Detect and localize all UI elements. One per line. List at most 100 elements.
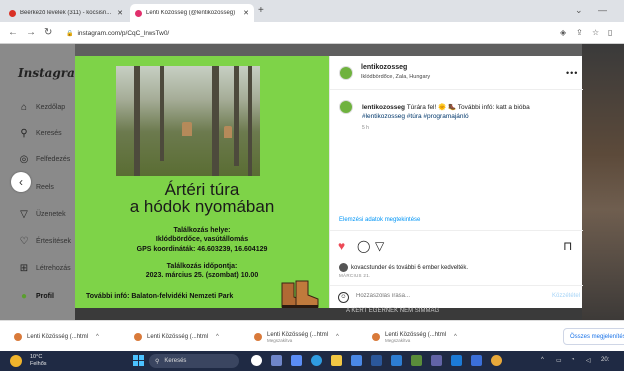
app-icon[interactable] bbox=[411, 355, 422, 366]
outlook-icon[interactable] bbox=[391, 355, 402, 366]
windows-start-icon[interactable] bbox=[133, 355, 144, 366]
sidebar-item-messages[interactable]: ▽ Üzenetek bbox=[18, 208, 65, 220]
chat-icon[interactable] bbox=[291, 355, 302, 366]
reload-icon[interactable]: ↻ bbox=[44, 27, 52, 38]
download-bar: Lenti Közösség (...html ^ Lenti Közösség… bbox=[0, 320, 624, 351]
comment-row: ☺ Közzététel bbox=[330, 285, 583, 307]
tab-close-icon[interactable]: ✕ bbox=[243, 9, 249, 17]
new-tab-button[interactable]: + bbox=[258, 5, 264, 16]
download-item[interactable]: Lenti Közösség (...html ^ bbox=[134, 330, 219, 344]
chevron-up-icon[interactable]: ^ bbox=[96, 334, 99, 340]
comment-icon[interactable]: ◯ bbox=[357, 239, 370, 253]
share-icon[interactable]: ⇪ bbox=[576, 28, 583, 37]
tab-search-icon[interactable]: ⌄ bbox=[575, 5, 583, 16]
download-name: Lenti Közösség (...html bbox=[385, 331, 447, 338]
sidebar-item-explore[interactable]: ◎ Felfedezés bbox=[18, 153, 71, 165]
sidebar-item-search[interactable]: ⚲ Keresés bbox=[18, 127, 61, 139]
sidebar-item-label: Értesítések bbox=[36, 237, 72, 245]
tab-title: Lenti Közösség (@lentikozosseg) bbox=[146, 10, 236, 16]
tab-gmail[interactable]: Beérkező levelek (311) - kocsisn... ✕ bbox=[4, 4, 128, 22]
task-view-icon[interactable] bbox=[251, 355, 262, 366]
instagram-icon bbox=[135, 9, 142, 17]
emoji-icon[interactable]: ☺ bbox=[338, 292, 349, 303]
gps-coordinates: GPS koordináták: 46.603239, 16.604129 bbox=[136, 245, 268, 253]
view-insights-link[interactable]: Elemzési adatok megtekintése bbox=[339, 217, 420, 223]
plus-square-icon: ⊞ bbox=[19, 262, 29, 274]
caption-text: Túrára fel! 🌞 🥾 További infó: katt a bió… bbox=[406, 104, 530, 111]
likes-text: kovacstunder és további 6 ember kedvelté… bbox=[351, 264, 469, 271]
app-icon[interactable] bbox=[451, 355, 462, 366]
app-icon[interactable] bbox=[471, 355, 482, 366]
compass-icon: ◎ bbox=[19, 153, 29, 165]
send-icon: ▽ bbox=[20, 208, 28, 220]
share-send-icon[interactable]: ▽ bbox=[375, 239, 384, 253]
forward-arrow-icon[interactable]: → bbox=[26, 27, 36, 38]
avatar[interactable] bbox=[339, 100, 353, 114]
chevron-up-icon[interactable]: ^ bbox=[454, 334, 457, 340]
caption-author[interactable]: lentikozosseg bbox=[362, 104, 405, 111]
like-heart-icon[interactable]: ♥ bbox=[338, 239, 345, 253]
post-comment-button[interactable]: Közzététel bbox=[552, 293, 580, 299]
forest-photo bbox=[116, 66, 260, 176]
chevron-up-icon[interactable]: ^ bbox=[336, 334, 339, 340]
sidebar-item-label: Felfedezés bbox=[36, 155, 71, 163]
chrome-icon[interactable] bbox=[491, 355, 502, 366]
download-item[interactable]: Lenti Közösség (...html Megszakítva ^ bbox=[372, 330, 457, 344]
post-author[interactable]: lentikozosseg bbox=[361, 64, 407, 71]
meet-place: Iklódbördőce, vasútállomás bbox=[155, 236, 249, 244]
previous-post-button[interactable]: ‹ bbox=[11, 172, 31, 192]
post-location[interactable]: Iklódbördőce, Zala, Hungary bbox=[361, 74, 430, 80]
store-icon[interactable] bbox=[351, 355, 362, 366]
search-icon: ⚲ bbox=[20, 127, 28, 139]
download-item[interactable]: Lenti Közösség (...html Megszakítva ^ bbox=[254, 330, 339, 344]
tab-instagram[interactable]: Lenti Közösség (@lentikozosseg) ✕ bbox=[130, 4, 254, 22]
volume-icon[interactable]: ◁ bbox=[586, 357, 591, 364]
page-background-right bbox=[582, 44, 624, 320]
tray-chevron-up-icon[interactable]: ^ bbox=[541, 357, 544, 363]
file-explorer-icon[interactable] bbox=[331, 355, 342, 366]
hiking-boots-icon bbox=[281, 280, 319, 308]
post-actions: ♥ ◯ ▽ ⊓ kovacstunder és további 6 ember … bbox=[330, 230, 583, 308]
avatar[interactable] bbox=[339, 66, 353, 80]
sidebar-item-home[interactable]: ⌂ Kezdőlap bbox=[18, 101, 65, 113]
caption-hashtags[interactable]: #lentikozosseg #túra #programajánló bbox=[362, 113, 469, 120]
page-background-bottom bbox=[75, 308, 582, 320]
show-all-downloads-button[interactable]: Összes megjelenítése bbox=[563, 328, 624, 345]
side-panel-icon[interactable]: ▯ bbox=[608, 28, 612, 37]
back-arrow-icon[interactable]: ← bbox=[8, 27, 18, 38]
comment-input[interactable] bbox=[356, 293, 526, 299]
download-name: Lenti Közösség (...html bbox=[267, 331, 329, 338]
more-options-icon[interactable]: ••• bbox=[566, 68, 578, 78]
likes-summary[interactable]: kovacstunder és további 6 ember kedvelté… bbox=[339, 263, 468, 272]
taskbar-search[interactable]: ⚲ Keresés bbox=[149, 354, 239, 368]
time-label: Találkozás időpontja: bbox=[166, 263, 238, 270]
chrome-file-icon bbox=[372, 333, 380, 341]
sidebar-item-notifications[interactable]: ♡ Értesítések bbox=[18, 235, 72, 247]
weather-temp: 10°C bbox=[30, 354, 43, 360]
chevron-up-icon[interactable]: ^ bbox=[216, 334, 219, 340]
download-item[interactable]: Lenti Közösség (...html ^ bbox=[14, 330, 99, 344]
bookmark-star-icon[interactable]: ☆ bbox=[592, 28, 599, 37]
wifi-icon[interactable]: ◔ bbox=[571, 357, 575, 363]
download-status: Megszakítva bbox=[385, 337, 411, 343]
clock[interactable]: 20: bbox=[601, 357, 609, 363]
teams-icon[interactable] bbox=[431, 355, 442, 366]
chrome-file-icon bbox=[14, 333, 22, 341]
more-info-text: További infó: Balaton-felvidéki Nemzeti … bbox=[86, 293, 234, 300]
tab-close-icon[interactable]: ✕ bbox=[117, 9, 123, 17]
battery-icon[interactable]: ▭ bbox=[556, 357, 562, 364]
word-icon[interactable] bbox=[371, 355, 382, 366]
edge-browser-icon[interactable] bbox=[311, 355, 322, 366]
minimize-button[interactable]: — bbox=[598, 5, 607, 15]
post-date: MÁRCIUS 21. bbox=[339, 273, 371, 278]
taskbar-search-label: Keresés bbox=[164, 358, 187, 364]
widgets-icon[interactable] bbox=[271, 355, 282, 366]
weather-widget[interactable]: 10°C Felhős bbox=[10, 354, 47, 367]
url-field[interactable]: 🔒 instagram.com/p/CqC_lrwsTw0/ bbox=[62, 26, 562, 40]
google-lens-icon[interactable]: ◈ bbox=[560, 28, 566, 37]
page-background-top bbox=[75, 44, 582, 56]
sidebar-item-create[interactable]: ⊞ Létrehozás bbox=[18, 262, 71, 274]
flyer-title-line2: a hódok nyomában bbox=[129, 197, 275, 216]
save-bookmark-icon[interactable]: ⊓ bbox=[563, 239, 572, 253]
sidebar-item-profile[interactable]: ● Profil bbox=[18, 290, 54, 302]
